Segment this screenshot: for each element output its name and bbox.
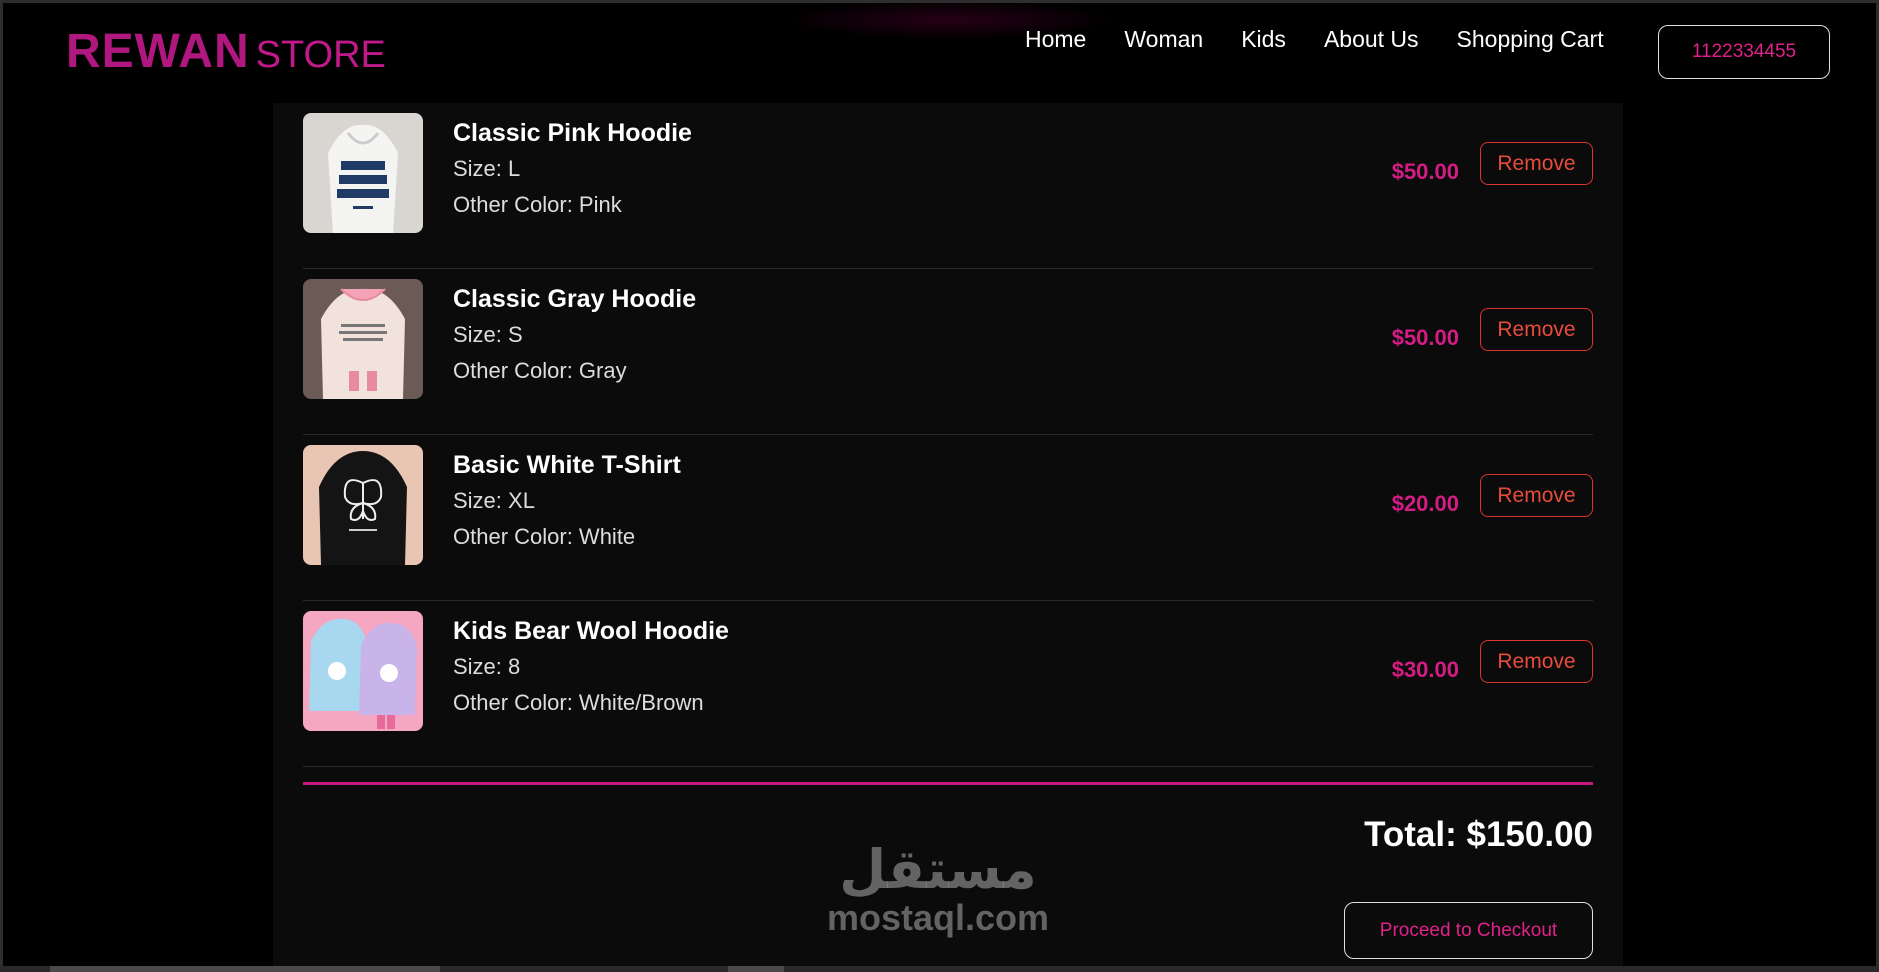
watermark-arabic: مستقل (839, 838, 1037, 901)
product-size: Size: 8 (453, 654, 521, 679)
product-image (303, 445, 423, 565)
nav-shopping-cart[interactable]: Shopping Cart (1457, 26, 1604, 53)
product-price: $50.00 (1391, 159, 1459, 184)
scrollbar-thumb[interactable] (50, 966, 440, 972)
product-name: Classic Pink Hoodie (453, 119, 692, 147)
scrollbar-segment (728, 966, 784, 972)
product-price: $20.00 (1391, 491, 1459, 516)
remove-button[interactable]: Remove (1480, 640, 1593, 683)
remove-button[interactable]: Remove (1480, 142, 1593, 185)
logo-main: REWAN (66, 25, 250, 78)
nav-home[interactable]: Home (1025, 26, 1086, 53)
product-size: Size: S (453, 322, 523, 347)
product-price: $50.00 (1391, 325, 1459, 350)
product-color: Other Color: White/Brown (453, 690, 704, 715)
horizontal-scrollbar[interactable] (0, 966, 1879, 972)
store-logo[interactable]: REWAN STORE (66, 24, 386, 79)
remove-button[interactable]: Remove (1480, 308, 1593, 351)
watermark-logo: مستقل mostaql.com (822, 840, 1054, 938)
site-header: REWAN STORE Home Woman Kids About Us Shop… (0, 0, 1879, 102)
total-divider (303, 782, 1593, 785)
remove-button[interactable]: Remove (1480, 474, 1593, 517)
product-color: Other Color: White (453, 524, 636, 549)
product-color: Other Color: Pink (453, 192, 622, 217)
cart-total: Total: $150.00 (1364, 815, 1593, 854)
product-name: Kids Bear Wool Hoodie (453, 617, 729, 645)
product-image (303, 279, 423, 399)
cart-item: Kids Bear Wool Hoodie Size: 8 Other Colo… (303, 601, 1593, 767)
checkout-button[interactable]: Proceed to Checkout (1344, 902, 1593, 959)
nav-about-us[interactable]: About Us (1324, 26, 1419, 53)
product-name: Classic Gray Hoodie (453, 285, 697, 313)
main-nav: Home Woman Kids About Us Shopping Cart (1025, 26, 1642, 53)
product-color: Other Color: Gray (453, 358, 627, 383)
nav-kids[interactable]: Kids (1241, 26, 1286, 53)
product-price: $30.00 (1391, 657, 1459, 682)
product-name: Basic White T-Shirt (453, 451, 681, 479)
product-image (303, 611, 423, 731)
logo-sub: STORE (255, 34, 386, 76)
cart-item: Basic White T-Shirt Size: XL Other Color… (303, 435, 1593, 601)
cart-item: Classic Pink Hoodie Size: L Other Color:… (303, 103, 1593, 269)
phone-button[interactable]: 1122334455 (1658, 25, 1830, 79)
nav-woman[interactable]: Woman (1124, 26, 1203, 53)
product-size: Size: XL (453, 488, 535, 513)
product-size: Size: L (453, 156, 521, 181)
watermark-latin: mostaql.com (826, 897, 1050, 938)
product-image (303, 113, 423, 233)
cart-item: Classic Gray Hoodie Size: S Other Color:… (303, 269, 1593, 435)
